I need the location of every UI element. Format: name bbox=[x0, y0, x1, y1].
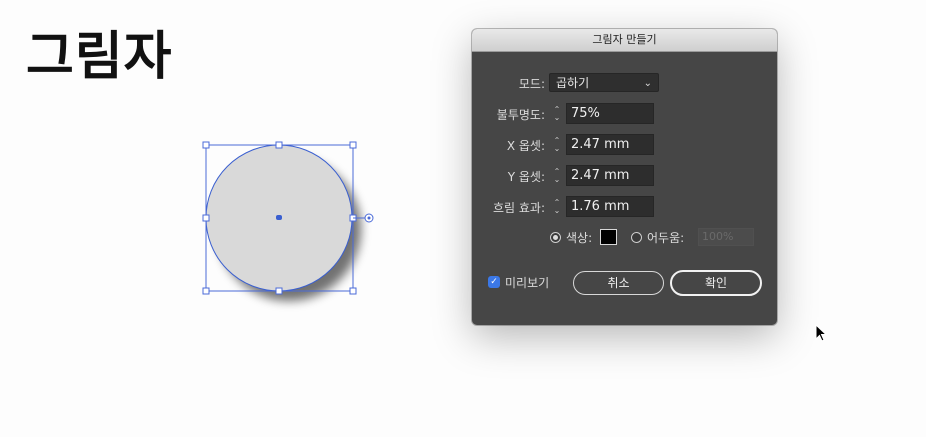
handle-top-right bbox=[349, 141, 357, 149]
y-offset-stepper-icon[interactable]: ⌃ ⌄ bbox=[549, 165, 565, 186]
drop-shadow-dialog: 그림자 만들기 모드: 곱하기 ⌄ 불투명도: ⌃ ⌄ 75% X 옵셋: ⌃ … bbox=[472, 29, 777, 325]
opacity-label: 불투명도: bbox=[496, 108, 545, 122]
mouse-cursor-icon bbox=[815, 324, 828, 342]
port-handle-dot bbox=[367, 216, 371, 220]
preview-checkbox[interactable]: ✓ bbox=[488, 276, 500, 288]
blur-input[interactable]: 1.76 mm bbox=[566, 196, 654, 217]
blur-stepper-icon[interactable]: ⌃ ⌄ bbox=[549, 196, 565, 217]
stepper-down-icon[interactable]: ⌄ bbox=[554, 144, 561, 153]
mode-label: 모드: bbox=[518, 77, 545, 91]
x-offset-label: X 옵셋: bbox=[506, 139, 545, 153]
handle-top-left bbox=[202, 141, 210, 149]
handle-middle-left bbox=[202, 214, 210, 222]
color-swatch[interactable] bbox=[600, 229, 617, 245]
stepper-down-icon[interactable]: ⌄ bbox=[554, 175, 561, 184]
cancel-button[interactable]: 취소 bbox=[573, 271, 664, 295]
center-point bbox=[276, 215, 282, 220]
stepper-down-icon[interactable]: ⌄ bbox=[554, 113, 561, 122]
opacity-stepper-icon[interactable]: ⌃ ⌄ bbox=[549, 103, 565, 124]
handle-bottom-center bbox=[275, 287, 283, 295]
color-label: 색상: bbox=[566, 231, 593, 245]
chevron-down-icon: ⌄ bbox=[643, 78, 652, 89]
darkness-radio[interactable] bbox=[631, 232, 642, 243]
preview-label: 미리보기 bbox=[505, 276, 550, 290]
handle-bottom-right bbox=[349, 287, 357, 295]
blur-label: 흐림 효과: bbox=[492, 201, 545, 215]
color-radio[interactable] bbox=[550, 232, 561, 243]
x-offset-stepper-icon[interactable]: ⌃ ⌄ bbox=[549, 134, 565, 155]
ok-button[interactable]: 확인 bbox=[670, 270, 762, 296]
checkmark-icon: ✓ bbox=[490, 277, 498, 287]
dialog-title: 그림자 만들기 bbox=[472, 29, 777, 52]
mode-select[interactable]: 곱하기 ⌄ bbox=[549, 73, 659, 92]
mode-value: 곱하기 bbox=[556, 76, 590, 90]
y-offset-label: Y 옵셋: bbox=[507, 170, 545, 184]
x-offset-input[interactable]: 2.47 mm bbox=[566, 134, 654, 155]
darkness-input[interactable]: 100% bbox=[698, 228, 754, 246]
handle-bottom-left bbox=[202, 287, 210, 295]
y-offset-input[interactable]: 2.47 mm bbox=[566, 165, 654, 186]
stepper-down-icon[interactable]: ⌄ bbox=[554, 206, 561, 215]
artwork-canvas[interactable] bbox=[0, 0, 926, 437]
darkness-label: 어두움: bbox=[647, 231, 685, 245]
opacity-input[interactable]: 75% bbox=[566, 103, 654, 124]
handle-top-center bbox=[275, 141, 283, 149]
